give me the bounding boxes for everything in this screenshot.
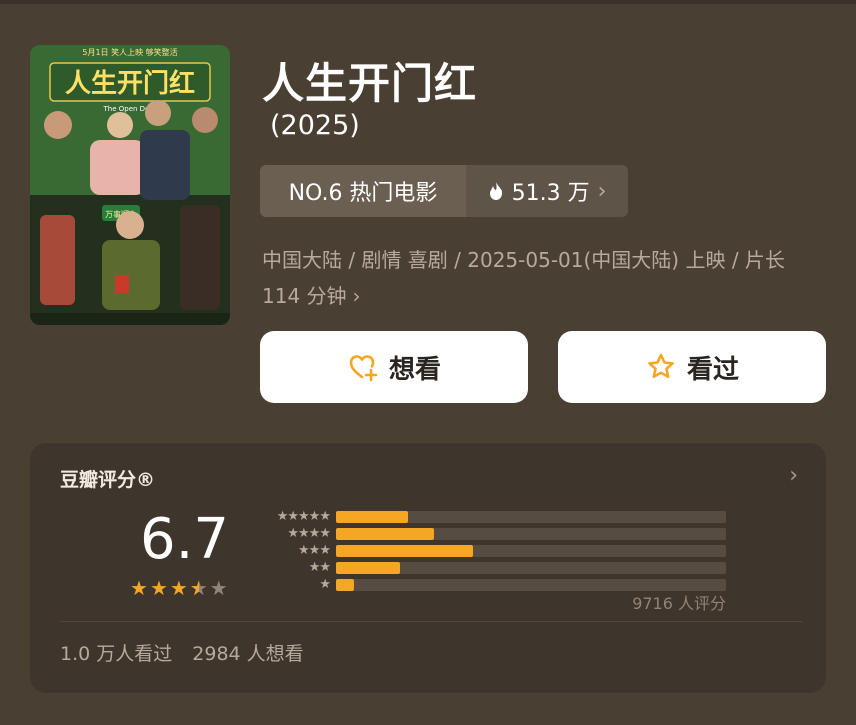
rating-bar-stars-label: ★★ xyxy=(308,560,331,575)
rating-bar-row: ★★★★★ xyxy=(256,509,726,525)
movie-year: (2025) xyxy=(270,110,360,141)
watched-button[interactable]: 看过 xyxy=(558,331,826,403)
top-edge xyxy=(0,0,856,4)
rank-label[interactable]: NO.6 热门电影 xyxy=(260,165,466,217)
rank-banner[interactable]: NO.6 热门电影 51.3 万 › xyxy=(260,165,628,217)
chevron-right-icon: › xyxy=(597,178,607,204)
rating-bar-row: ★★★★ xyxy=(256,526,726,542)
watch-stats: 1.0 万人看过 2984 人想看 xyxy=(60,639,304,666)
rating-bar-track xyxy=(336,545,726,557)
rating-bar-stars-label: ★ xyxy=(319,577,331,592)
movie-meta[interactable]: 中国大陆 / 剧情 喜剧 / 2025-05-01(中国大陆) 上映 / 片长1… xyxy=(262,242,822,314)
rating-score: 6.7 xyxy=(140,507,230,572)
rating-bar-track xyxy=(336,511,726,523)
seen-count: 1.0 万人看过 xyxy=(60,643,173,665)
movie-poster[interactable]: 5月1日 笑人上映 够笑整活 人生开门红 The Open Door 万事顺心 xyxy=(30,45,230,325)
heat-indicator[interactable]: 51.3 万 › xyxy=(466,165,628,217)
poster-release-line: 5月1日 笑人上映 够笑整活 xyxy=(82,47,177,57)
star-full-icon: ★ xyxy=(169,576,188,600)
divider xyxy=(60,621,802,622)
want-count: 2984 人想看 xyxy=(192,643,304,665)
rating-section-title: 豆瓣评分® xyxy=(60,469,156,491)
star-full-icon: ★ xyxy=(130,576,148,600)
want-to-watch-button[interactable]: 想看 xyxy=(260,331,528,403)
chevron-right-icon[interactable]: › xyxy=(789,463,798,488)
rating-card[interactable]: 豆瓣评分® › 6.7 ★★★★★★ ★★★★★★★★★★★★★★★ 9716 … xyxy=(30,443,826,693)
star-half-icon: ★★ xyxy=(189,576,208,600)
rating-bar-stars-label: ★★★ xyxy=(298,543,331,558)
rating-bar-track xyxy=(336,528,726,540)
rating-distribution: ★★★★★ ★★★★ ★★★ ★★ ★ xyxy=(256,509,726,594)
rating-bar-stars-label: ★★★★ xyxy=(287,526,331,541)
rating-bar-fill xyxy=(336,579,354,591)
want-label: 想看 xyxy=(388,354,441,385)
star-empty-icon: ★ xyxy=(209,576,228,600)
rating-bar-fill xyxy=(336,545,473,557)
rating-bar-fill xyxy=(336,562,401,574)
rating-count: 9716 人评分 xyxy=(632,594,726,613)
poster-title-art: 人生开门红 xyxy=(65,68,195,99)
heat-value: 51.3 万 xyxy=(511,181,590,206)
rating-bar-stars-label: ★★★★★ xyxy=(276,509,331,524)
flame-icon xyxy=(489,182,502,200)
heart-plus-icon xyxy=(349,355,378,382)
rating-bar-fill xyxy=(336,528,434,540)
seen-label: 看过 xyxy=(686,354,739,385)
rating-bar-row: ★★★ xyxy=(256,543,726,559)
movie-meta-text: 中国大陆 / 剧情 喜剧 / 2025-05-01(中国大陆) 上映 / 片长1… xyxy=(262,248,785,308)
rating-bar-fill xyxy=(336,511,409,523)
poster-art: 5月1日 笑人上映 够笑整活 人生开门红 The Open Door 万事顺心 xyxy=(30,45,230,325)
rating-bar-row: ★★ xyxy=(256,560,726,576)
star-outline-icon xyxy=(648,353,674,379)
rating-stars: ★★★★★★ xyxy=(130,578,228,598)
star-full-icon: ★ xyxy=(149,576,168,600)
chevron-right-icon: › xyxy=(352,284,361,308)
movie-title: 人生开门红 xyxy=(262,59,478,108)
rating-bar-track xyxy=(336,562,726,574)
